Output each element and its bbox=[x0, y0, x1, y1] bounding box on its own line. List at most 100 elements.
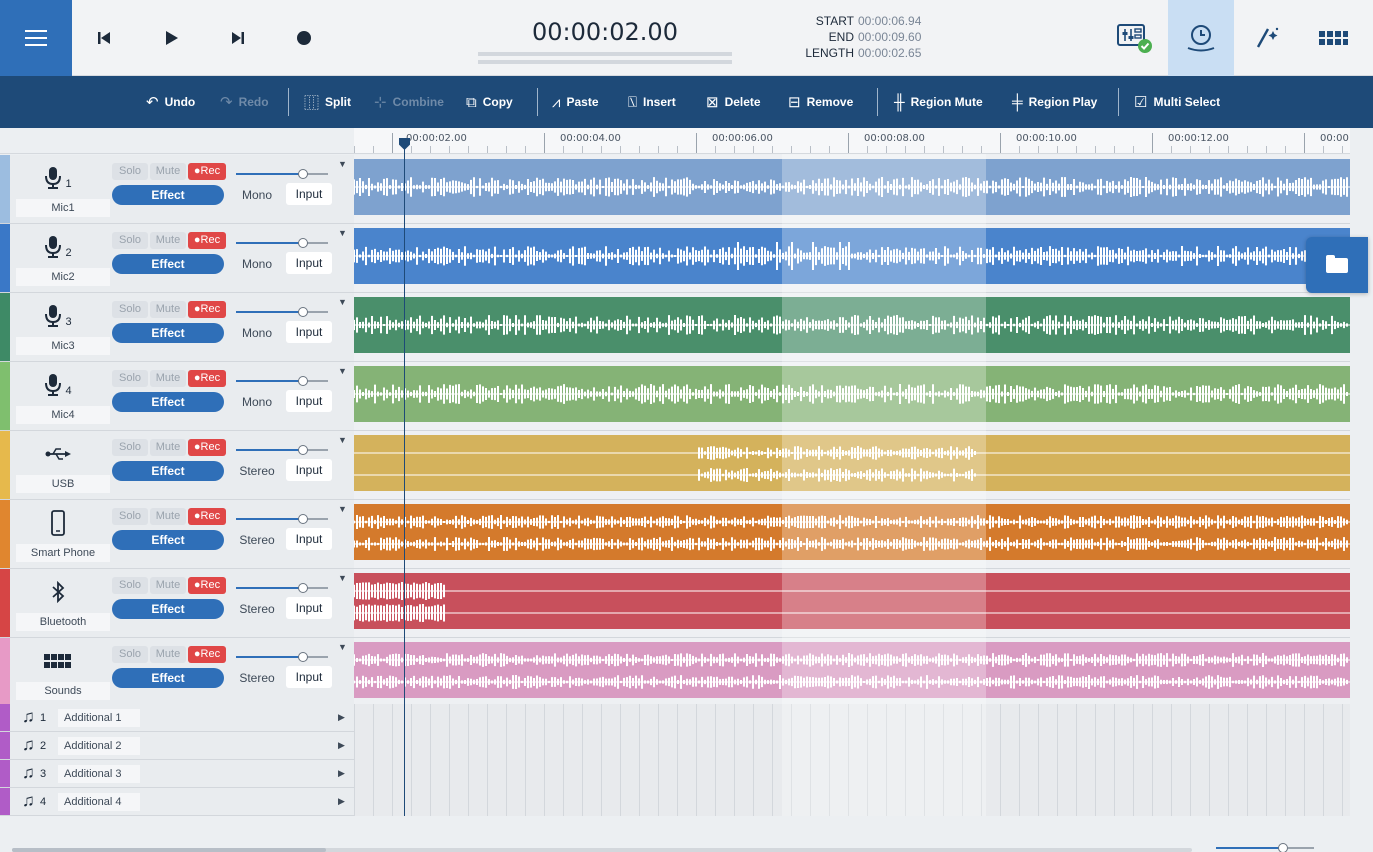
rec-button[interactable]: ●Rec bbox=[188, 232, 226, 249]
rec-button[interactable]: ●Rec bbox=[188, 301, 226, 318]
track-lane-7[interactable] bbox=[354, 569, 1350, 638]
track-header-3[interactable]: 3 Mic3 Solo Mute ●Rec ▼ Effect Mono Input bbox=[0, 293, 354, 362]
solo-button[interactable]: Solo bbox=[112, 163, 148, 180]
input-button[interactable]: Input bbox=[286, 390, 332, 412]
skip-forward-button[interactable] bbox=[222, 22, 254, 54]
undo-button[interactable]: ↶ Undo bbox=[146, 90, 195, 114]
track-header-6[interactable]: Smart Phone Solo Mute ●Rec ▼ Effect Stereo Inpu… bbox=[0, 500, 354, 569]
track-header-1[interactable]: 1 Mic1 Solo Mute ●Rec ▼ Effect Mono Input bbox=[0, 155, 354, 224]
solo-button[interactable]: Solo bbox=[112, 508, 148, 525]
copy-button[interactable]: ⧉ Copy bbox=[466, 90, 513, 114]
input-button[interactable]: Input bbox=[286, 597, 332, 619]
timeline-ruler[interactable]: 00:00:02.00 00:00:04.00 00:00:06.00 00:0… bbox=[354, 128, 1350, 154]
insert-button[interactable]: ⍂ Insert bbox=[628, 90, 676, 114]
audio-region[interactable] bbox=[354, 228, 1350, 284]
mixer-button[interactable] bbox=[1102, 0, 1168, 76]
additional-track-3[interactable]: ♫ 3 Additional 3 ▶ bbox=[0, 760, 354, 788]
mute-button[interactable]: Mute bbox=[150, 370, 186, 387]
volume-slider[interactable] bbox=[236, 238, 330, 248]
delete-button[interactable]: ⊠ Delete bbox=[706, 90, 761, 114]
remove-button[interactable]: ⊟ Remove bbox=[788, 90, 853, 114]
zoom-slider[interactable] bbox=[1216, 843, 1336, 852]
track-name[interactable]: Mic1 bbox=[16, 199, 110, 217]
volume-slider[interactable] bbox=[236, 445, 330, 455]
rec-button[interactable]: ●Rec bbox=[188, 508, 226, 525]
expand-arrow-icon[interactable]: ▶ bbox=[338, 768, 345, 779]
expand-arrow-icon[interactable]: ▶ bbox=[338, 712, 345, 723]
track-menu-caret-icon[interactable]: ▼ bbox=[338, 573, 347, 583]
additional-track-2[interactable]: ♫ 2 Additional 2 ▶ bbox=[0, 732, 354, 760]
split-button[interactable]: ⿲ Split bbox=[304, 90, 351, 114]
track-name[interactable]: Sounds bbox=[16, 682, 110, 700]
rec-button[interactable]: ●Rec bbox=[188, 370, 226, 387]
redo-button[interactable]: ↷ Redo bbox=[220, 90, 269, 114]
solo-button[interactable]: Solo bbox=[112, 370, 148, 387]
empty-track-grid[interactable] bbox=[354, 704, 1350, 816]
paste-button[interactable]: ⩘ Paste bbox=[552, 90, 599, 114]
track-header-5[interactable]: USB Solo Mute ●Rec ▼ Effect Stereo Input bbox=[0, 431, 354, 500]
volume-slider-knob[interactable] bbox=[298, 652, 308, 662]
solo-button[interactable]: Solo bbox=[112, 439, 148, 456]
audio-region[interactable] bbox=[354, 573, 1350, 629]
volume-slider[interactable] bbox=[236, 583, 330, 593]
volume-slider-knob[interactable] bbox=[298, 514, 308, 524]
volume-slider[interactable] bbox=[236, 514, 330, 524]
effect-button[interactable]: Effect bbox=[112, 392, 224, 412]
pads-button[interactable] bbox=[1300, 0, 1366, 76]
track-menu-caret-icon[interactable]: ▼ bbox=[338, 642, 347, 652]
track-menu-caret-icon[interactable]: ▼ bbox=[338, 228, 347, 238]
track-header-2[interactable]: 2 Mic2 Solo Mute ●Rec ▼ Effect Mono Input bbox=[0, 224, 354, 293]
mute-button[interactable]: Mute bbox=[150, 646, 186, 663]
mute-button[interactable]: Mute bbox=[150, 232, 186, 249]
region-mute-button[interactable]: ╫ Region Mute bbox=[894, 90, 983, 114]
combine-button[interactable]: ⊹ Combine bbox=[374, 90, 444, 114]
rec-button[interactable]: ●Rec bbox=[188, 439, 226, 456]
skip-back-button[interactable] bbox=[88, 22, 120, 54]
track-name[interactable]: USB bbox=[16, 475, 110, 493]
volume-slider-knob[interactable] bbox=[298, 376, 308, 386]
mute-button[interactable]: Mute bbox=[150, 577, 186, 594]
effect-button[interactable]: Effect bbox=[112, 254, 224, 274]
expand-arrow-icon[interactable]: ▶ bbox=[338, 796, 345, 807]
audio-region[interactable] bbox=[354, 504, 1350, 560]
solo-button[interactable]: Solo bbox=[112, 301, 148, 318]
effect-button[interactable]: Effect bbox=[112, 185, 224, 205]
input-button[interactable]: Input bbox=[286, 183, 332, 205]
track-lane-1[interactable] bbox=[354, 155, 1350, 224]
record-button[interactable] bbox=[288, 22, 320, 54]
play-button[interactable] bbox=[156, 22, 188, 54]
region-play-button[interactable]: ╪ Region Play bbox=[1012, 90, 1097, 114]
effect-button[interactable]: Effect bbox=[112, 323, 224, 343]
track-name[interactable]: Bluetooth bbox=[16, 613, 110, 631]
audio-region[interactable] bbox=[354, 366, 1350, 422]
volume-slider-knob[interactable] bbox=[298, 445, 308, 455]
track-lane-2[interactable] bbox=[354, 224, 1350, 293]
track-name[interactable]: Mic4 bbox=[16, 406, 110, 424]
solo-button[interactable]: Solo bbox=[112, 577, 148, 594]
horizontal-scrollbar[interactable] bbox=[12, 848, 1192, 852]
timeline-button[interactable] bbox=[1168, 0, 1234, 76]
mute-button[interactable]: Mute bbox=[150, 163, 186, 180]
expand-arrow-icon[interactable]: ▶ bbox=[338, 740, 345, 751]
track-menu-caret-icon[interactable]: ▼ bbox=[338, 159, 347, 169]
track-menu-caret-icon[interactable]: ▼ bbox=[338, 435, 347, 445]
track-lane-8[interactable] bbox=[354, 638, 1350, 707]
mute-button[interactable]: Mute bbox=[150, 439, 186, 456]
input-button[interactable]: Input bbox=[286, 321, 332, 343]
track-name[interactable]: Mic3 bbox=[16, 337, 110, 355]
track-lane-6[interactable] bbox=[354, 500, 1350, 569]
additional-track-1[interactable]: ♫ 1 Additional 1 ▶ bbox=[0, 704, 354, 732]
volume-slider-knob[interactable] bbox=[298, 238, 308, 248]
mute-button[interactable]: Mute bbox=[150, 508, 186, 525]
effect-button[interactable]: Effect bbox=[112, 461, 224, 481]
input-button[interactable]: Input bbox=[286, 252, 332, 274]
effect-button[interactable]: Effect bbox=[112, 668, 224, 688]
scrollbar-thumb[interactable] bbox=[12, 848, 326, 852]
volume-slider-knob[interactable] bbox=[298, 307, 308, 317]
rec-button[interactable]: ●Rec bbox=[188, 163, 226, 180]
track-name[interactable]: Mic2 bbox=[16, 268, 110, 286]
rec-button[interactable]: ●Rec bbox=[188, 577, 226, 594]
input-button[interactable]: Input bbox=[286, 528, 332, 550]
volume-slider[interactable] bbox=[236, 376, 330, 386]
mute-button[interactable]: Mute bbox=[150, 301, 186, 318]
